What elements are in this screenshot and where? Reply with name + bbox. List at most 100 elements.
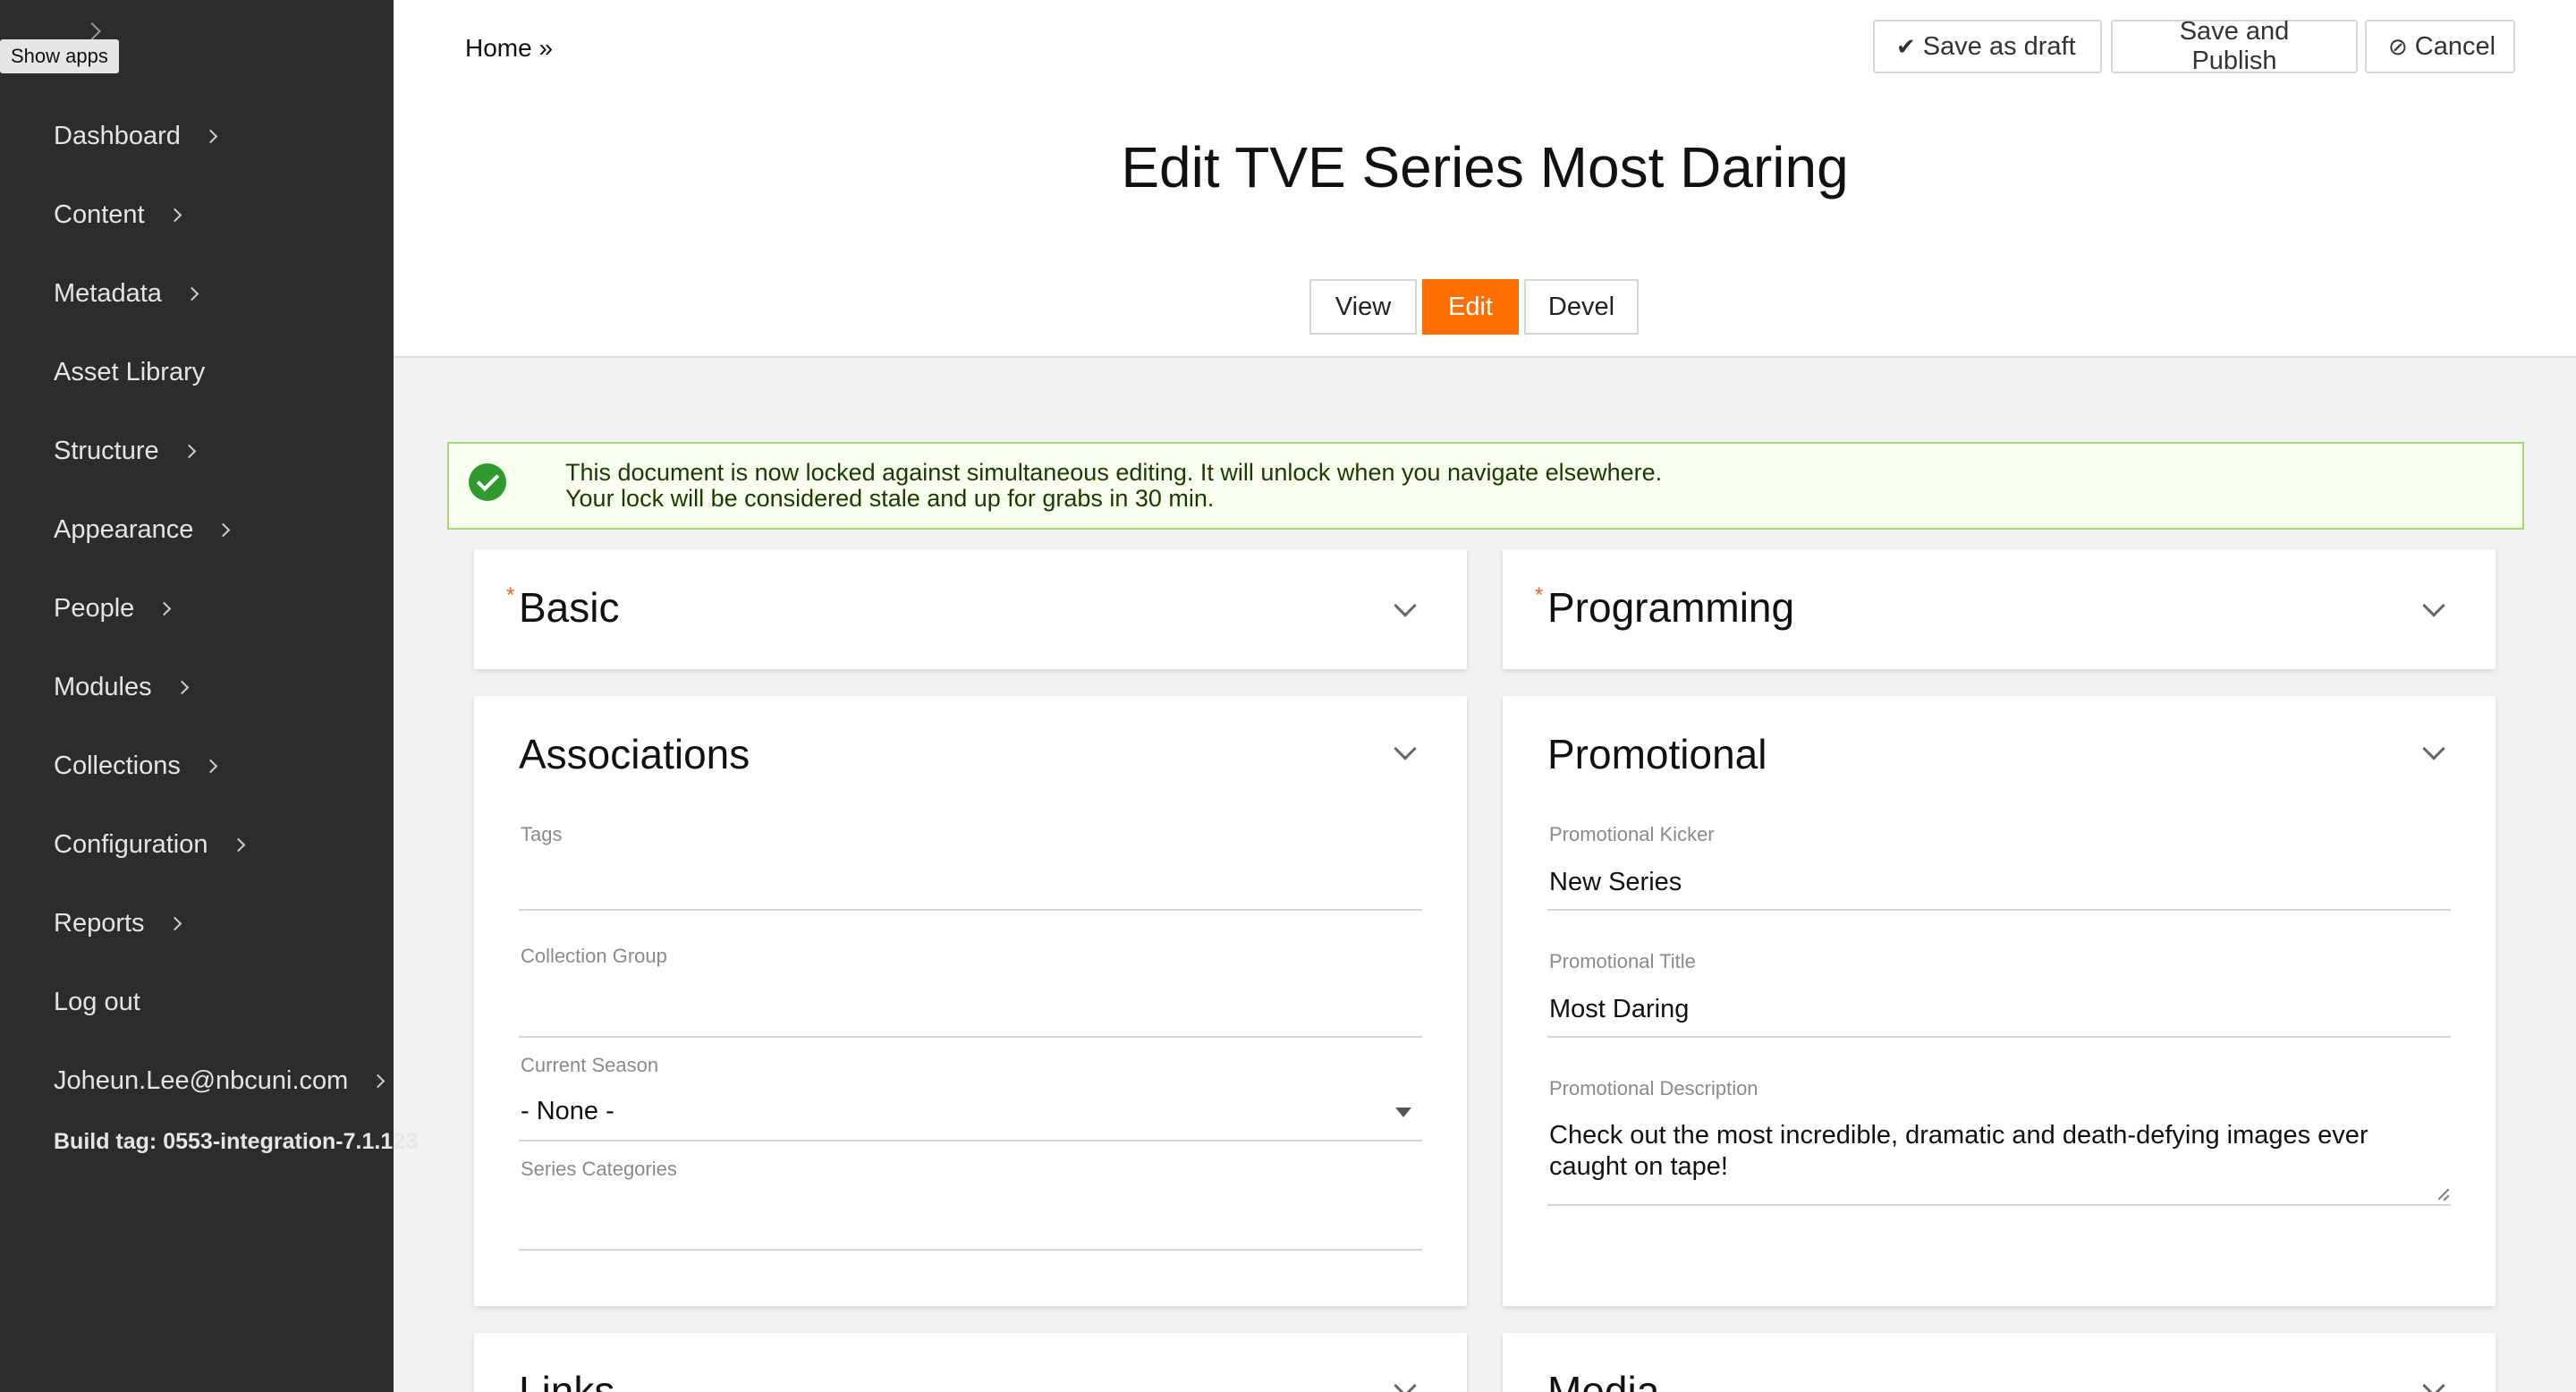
sidebar-item-label: Dashboard — [54, 121, 181, 150]
sidebar-item-label: Joheun.Lee@nbcuni.com — [54, 1065, 349, 1095]
status-message-line: This document is now locked against simu… — [565, 459, 1663, 486]
sidebar: Show apps Dashboard Content Metadata Ass… — [0, 0, 418, 1392]
promotional-description-label: Promotional Description — [1549, 1077, 1758, 1099]
chevron-right-icon — [182, 444, 196, 458]
sidebar-item-asset-library[interactable]: Asset Library — [54, 333, 383, 412]
save-draft-button[interactable]: ✔ Save as draft — [1873, 20, 2102, 73]
field-underline — [1547, 1204, 2451, 1206]
sidebar-item-configuration[interactable]: Configuration — [54, 805, 383, 884]
panel-promotional: Promotional Promotional Kicker New Serie… — [1503, 696, 2496, 1306]
panel-links[interactable]: Links — [474, 1333, 1467, 1392]
build-tag: Build tag: 0553-integration-7.1.123 — [54, 1129, 419, 1154]
series-categories-input[interactable] — [521, 1197, 1424, 1233]
panel-title: Programming — [1547, 584, 1795, 631]
field-underline — [519, 1249, 1422, 1251]
panel-title: Basic — [519, 584, 620, 631]
current-season-select[interactable]: - None - — [521, 1097, 1424, 1126]
panel-title: Associations — [519, 731, 750, 777]
page-title: Edit TVE Series Most Daring — [1121, 135, 1849, 199]
required-marker: * — [1535, 583, 1544, 607]
chevron-right-icon — [157, 601, 172, 615]
status-message: This document is now locked against simu… — [447, 442, 2524, 530]
field-underline — [1547, 1036, 2451, 1038]
chevron-right-icon — [216, 522, 231, 537]
check-circle-icon — [469, 463, 506, 501]
panel-associations: Associations Tags Collection Group Curre… — [474, 696, 1467, 1306]
panel-title: Promotional — [1547, 731, 1767, 777]
chevron-right-icon — [83, 22, 101, 40]
chevron-down-icon[interactable] — [2422, 594, 2445, 617]
sidebar-item-structure[interactable]: Structure — [54, 412, 383, 490]
sidebar-item-label: Collections — [54, 751, 181, 780]
page-header: Home » ✔ Save as draft Save and Publish … — [394, 0, 2576, 358]
resize-handle-icon[interactable] — [2435, 1186, 2449, 1201]
panel-title: Links — [519, 1368, 615, 1392]
dropdown-arrow-icon[interactable] — [1395, 1108, 1411, 1117]
show-apps-tooltip[interactable]: Show apps — [0, 39, 119, 73]
tab-edit[interactable]: Edit — [1422, 279, 1519, 335]
chevron-right-icon — [174, 680, 189, 694]
sidebar-item-reports[interactable]: Reports — [54, 884, 383, 963]
tags-label: Tags — [521, 823, 563, 845]
sidebar-item-label: Modules — [54, 672, 152, 701]
cancel-label: Cancel — [2414, 31, 2496, 61]
sidebar-nav: Dashboard Content Metadata Asset Library… — [54, 97, 386, 1120]
chevron-right-icon — [231, 837, 245, 852]
sidebar-item-modules[interactable]: Modules — [54, 648, 383, 726]
collection-group-label: Collection Group — [521, 945, 667, 967]
sidebar-item-label: Metadata — [54, 278, 162, 308]
chevron-right-icon — [203, 129, 218, 143]
promotional-title-label: Promotional Title — [1549, 950, 1696, 972]
save-publish-label: Save and Publish — [2179, 17, 2290, 75]
panel-title: Media — [1547, 1368, 1660, 1392]
breadcrumb[interactable]: Home » — [465, 34, 553, 63]
current-season-label: Current Season — [521, 1054, 659, 1076]
save-draft-label: Save as draft — [1922, 31, 2076, 61]
panel-basic[interactable]: * Basic — [474, 549, 1467, 669]
sidebar-item-label: Reports — [54, 908, 145, 938]
field-underline — [1547, 909, 2451, 911]
tab-devel[interactable]: Devel — [1524, 279, 1639, 335]
series-categories-label: Series Categories — [521, 1158, 677, 1180]
sidebar-item-dashboard[interactable]: Dashboard — [54, 97, 383, 175]
chevron-right-icon — [167, 916, 182, 930]
status-message-line: Your lock will be considered stale and u… — [565, 485, 1215, 512]
tab-view[interactable]: View — [1309, 279, 1417, 335]
sidebar-item-people[interactable]: People — [54, 569, 383, 648]
sidebar-item-appearance[interactable]: Appearance — [54, 490, 383, 569]
chevron-down-icon[interactable] — [1394, 737, 1417, 760]
sidebar-item-collections[interactable]: Collections — [54, 726, 383, 805]
chevron-down-icon[interactable] — [2422, 1374, 2445, 1392]
prohibited-icon: ⊘ — [2388, 32, 2408, 60]
promotional-kicker-input[interactable]: New Series — [1549, 868, 2453, 897]
sidebar-item-label: Content — [54, 199, 145, 229]
sidebar-item-label: Log out — [54, 987, 140, 1016]
sidebar-item-log-out[interactable]: Log out — [54, 963, 383, 1041]
chevron-down-icon[interactable] — [1394, 1374, 1417, 1392]
sidebar-item-label: Asset Library — [54, 357, 206, 386]
panel-programming[interactable]: * Programming — [1503, 549, 2496, 669]
status-message-text: This document is now locked against simu… — [565, 460, 1662, 512]
chevron-down-icon[interactable] — [1394, 594, 1417, 617]
promotional-kicker-label: Promotional Kicker — [1549, 823, 1715, 845]
promotional-description-textarea[interactable]: Check out the most incredible, dramatic … — [1549, 1120, 2408, 1183]
sidebar-item-label: Structure — [54, 436, 159, 465]
chevron-down-icon[interactable] — [2422, 737, 2445, 760]
sidebar-item-content[interactable]: Content — [54, 175, 383, 254]
checkmark-icon: ✔ — [1896, 32, 1916, 60]
chevron-right-icon — [371, 1074, 386, 1088]
sidebar-item-label: Appearance — [54, 514, 194, 544]
promotional-title-input[interactable]: Most Daring — [1549, 995, 2453, 1024]
tags-input[interactable] — [521, 862, 1424, 898]
field-underline — [519, 1036, 1422, 1038]
sidebar-item-metadata[interactable]: Metadata — [54, 254, 383, 333]
field-underline — [519, 909, 1422, 911]
sidebar-item-label: People — [54, 593, 135, 623]
collection-group-input[interactable] — [521, 988, 1424, 1023]
chevron-right-icon — [167, 208, 182, 222]
sidebar-item-user-account[interactable]: Joheun.Lee@nbcuni.com — [54, 1041, 386, 1120]
save-publish-button[interactable]: Save and Publish — [2111, 17, 2358, 75]
cancel-button[interactable]: ⊘ Cancel — [2365, 20, 2515, 73]
chevron-right-icon — [203, 759, 218, 773]
panel-media[interactable]: Media — [1503, 1333, 2496, 1392]
